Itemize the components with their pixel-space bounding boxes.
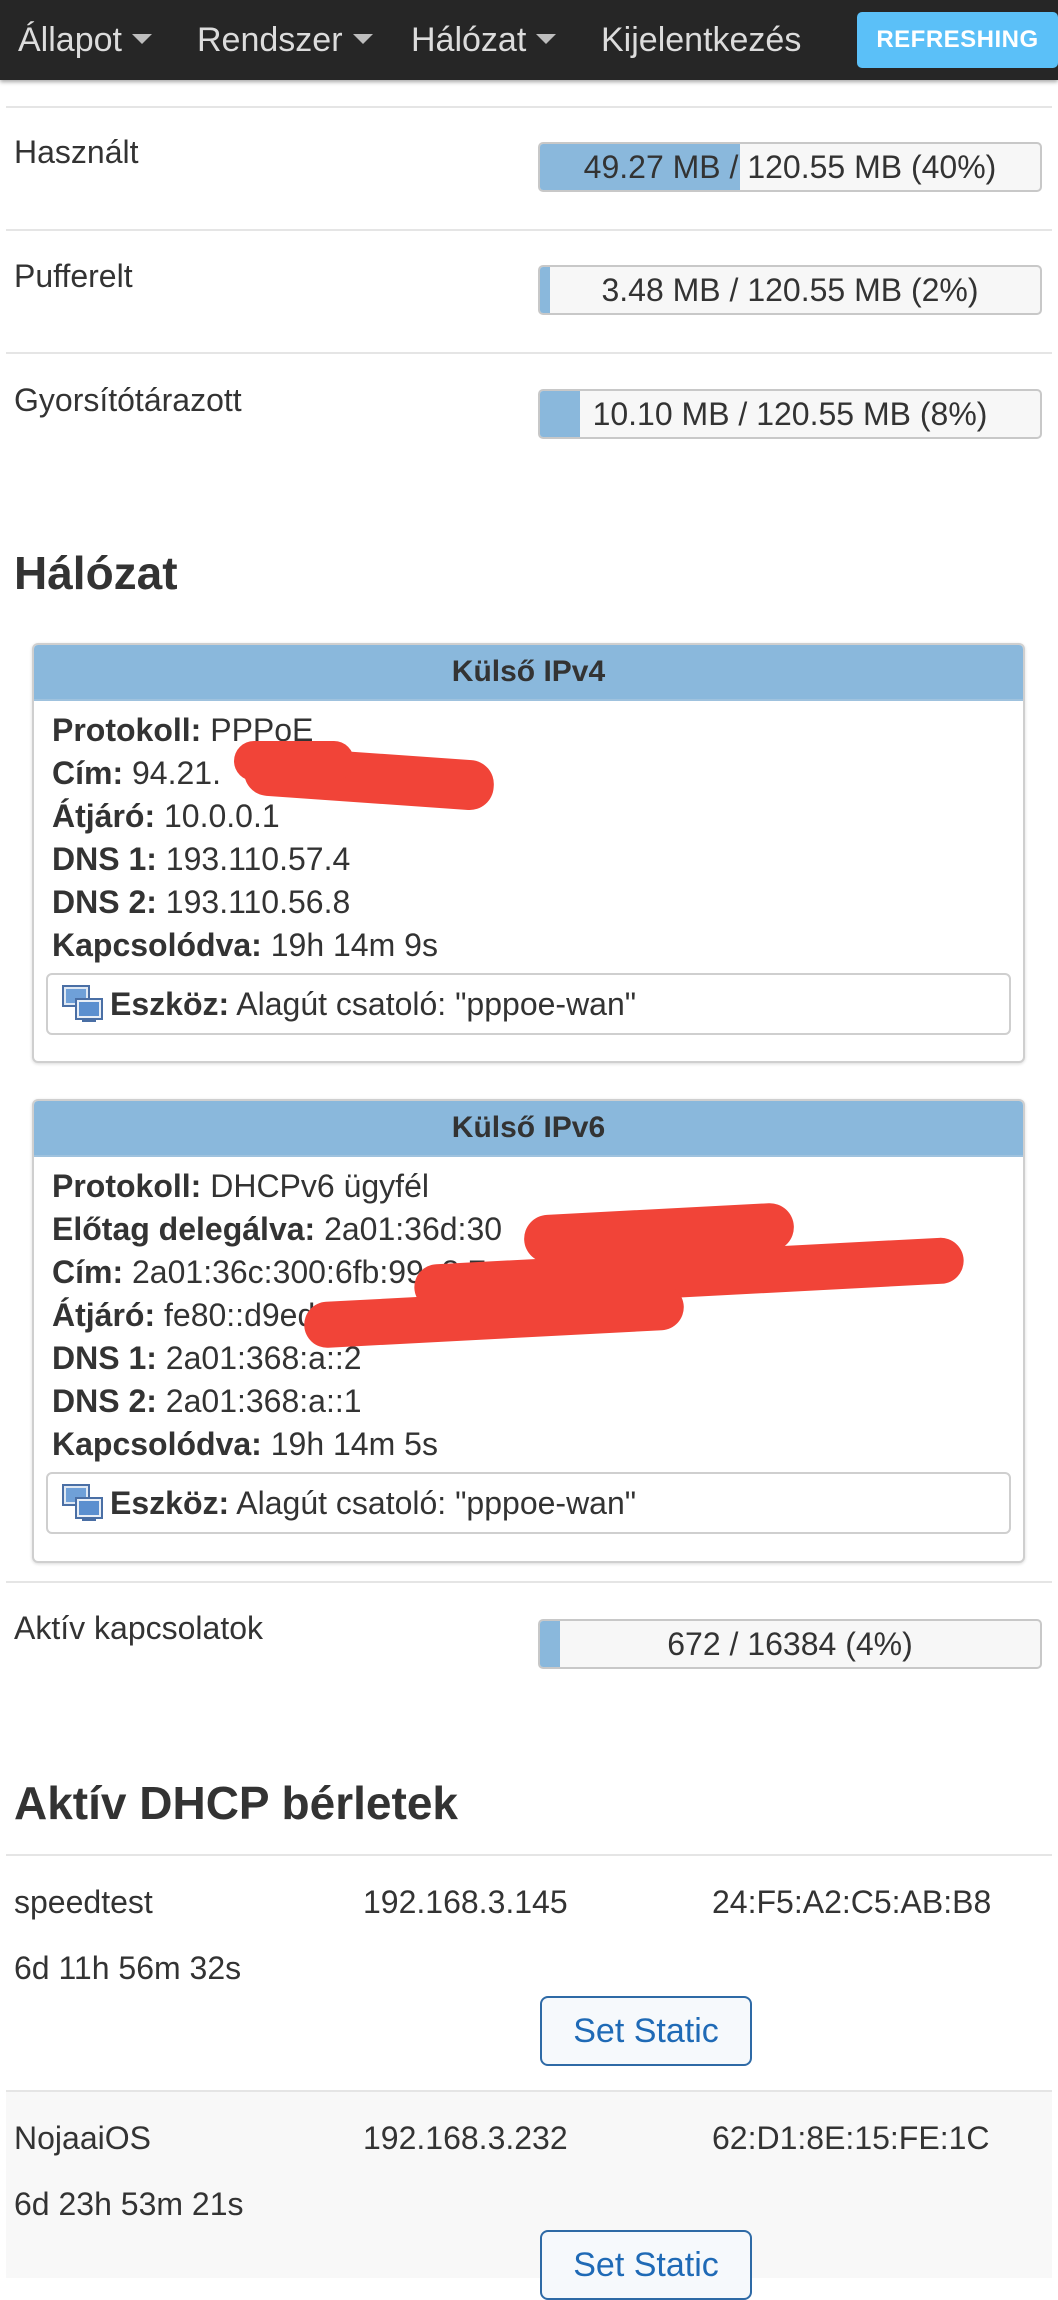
nav-logout-link[interactable]: Kijelentkezés	[601, 0, 801, 80]
network-device-icon	[62, 984, 103, 1022]
nav-menu-halozat[interactable]: Hálózat	[411, 0, 557, 80]
lease-expires: 6d 11h 56m 32s	[14, 1950, 242, 1986]
active-connections-label: Aktív kapcsolatok	[14, 1610, 263, 1646]
network-section-title: Hálózat	[14, 547, 178, 599]
memory-cached-value: 10.10 MB / 120.55 MB (8%)	[592, 396, 988, 432]
nav-menu-rendszer[interactable]: Rendszer	[197, 0, 373, 80]
lease-hostname: speedtest	[14, 1884, 153, 1920]
table-row: speedtest 192.168.3.145 24:F5:A2:C5:AB:B…	[6, 1856, 1052, 2092]
dhcp-section-title: Aktív DHCP bérletek	[14, 1777, 458, 1829]
memory-buffered-label: Pufferelt	[14, 258, 133, 294]
ipv4-panel: Külső IPv4 Protokoll: PPPoE Cím: 94.21. …	[32, 643, 1025, 1063]
active-connections-bar: 672 / 16384 (4%)	[538, 1619, 1042, 1669]
table-row: NojaaiOS 192.168.3.232 62:D1:8E:15:FE:1C…	[6, 2092, 1052, 2300]
ipv4-panel-title: Külső IPv4	[34, 645, 1023, 701]
lease-mac: 24:F5:A2:C5:AB:B8	[712, 1884, 992, 1920]
lease-ip: 192.168.3.232	[363, 2120, 568, 2156]
nav-menu-allapot[interactable]: Állapot	[18, 0, 152, 80]
ipv6-dns2: DNS 2: 2a01:368:a::1	[52, 1383, 362, 1419]
network-device-icon	[62, 1483, 103, 1521]
top-navbar: Állapot Rendszer Hálózat Kijelentkezés R…	[0, 0, 1058, 80]
lease-expires: 6d 23h 53m 21s	[14, 2186, 244, 2222]
ipv4-dns1: DNS 1: 193.110.57.4	[52, 841, 351, 877]
ipv6-dns1: DNS 1: 2a01:368:a::2	[52, 1340, 362, 1376]
ipv4-connected: Kapcsolódva: 19h 14m 9s	[52, 927, 438, 963]
caret-down-icon	[352, 34, 373, 45]
divider	[6, 352, 1052, 354]
caret-down-icon	[131, 34, 152, 45]
nav-menu-label: Kijelentkezés	[601, 21, 802, 59]
lease-ip: 192.168.3.145	[363, 1884, 568, 1920]
lease-hostname: NojaaiOS	[14, 2120, 151, 2156]
ipv6-panel-title: Külső IPv6	[34, 1101, 1023, 1157]
caret-down-icon	[536, 34, 557, 45]
memory-cached-label: Gyorsítótárazott	[14, 382, 242, 418]
divider	[6, 1581, 1052, 1583]
ipv6-device-box: Eszköz: Alagút csatoló: "pppoe-wan"	[46, 1472, 1011, 1534]
ipv6-protocol: Protokoll: DHCPv6 ügyfél	[52, 1168, 429, 1204]
nav-menu-label: Hálózat	[411, 21, 527, 59]
redaction-mark	[234, 741, 354, 781]
ipv4-device-box: Eszköz: Alagút csatoló: "pppoe-wan"	[46, 973, 1011, 1035]
set-static-button[interactable]: Set Static	[540, 2230, 752, 2300]
divider	[6, 229, 1052, 231]
ipv6-panel: Külső IPv6 Protokoll: DHCPv6 ügyfél Előt…	[32, 1099, 1025, 1563]
lease-mac: 62:D1:8E:15:FE:1C	[712, 2120, 990, 2156]
ipv4-gateway: Átjáró: 10.0.0.1	[52, 798, 280, 834]
memory-buffered-bar: 3.48 MB / 120.55 MB (2%)	[538, 265, 1042, 315]
ipv4-address: Cím: 94.21.	[52, 755, 221, 791]
ipv6-connected: Kapcsolódva: 19h 14m 5s	[52, 1426, 438, 1462]
memory-used-value: 49.27 MB / 120.55 MB (40%)	[583, 149, 997, 185]
ipv4-protocol: Protokoll: PPPoE	[52, 712, 314, 748]
ipv4-dns2: DNS 2: 193.110.56.8	[52, 884, 351, 920]
nav-menu-label: Állapot	[18, 21, 122, 59]
memory-used-bar: 49.27 MB / 120.55 MB (40%)	[538, 142, 1042, 192]
set-static-button[interactable]: Set Static	[540, 1996, 752, 2066]
memory-buffered-value: 3.48 MB / 120.55 MB (2%)	[601, 272, 979, 308]
active-connections-value: 672 / 16384 (4%)	[667, 1626, 913, 1662]
nav-menu-label: Rendszer	[197, 21, 343, 59]
memory-cached-bar: 10.10 MB / 120.55 MB (8%)	[538, 389, 1042, 439]
memory-used-label: Használt	[14, 134, 139, 170]
refreshing-toggle-button[interactable]: REFRESHING	[857, 12, 1058, 68]
divider	[6, 106, 1052, 108]
